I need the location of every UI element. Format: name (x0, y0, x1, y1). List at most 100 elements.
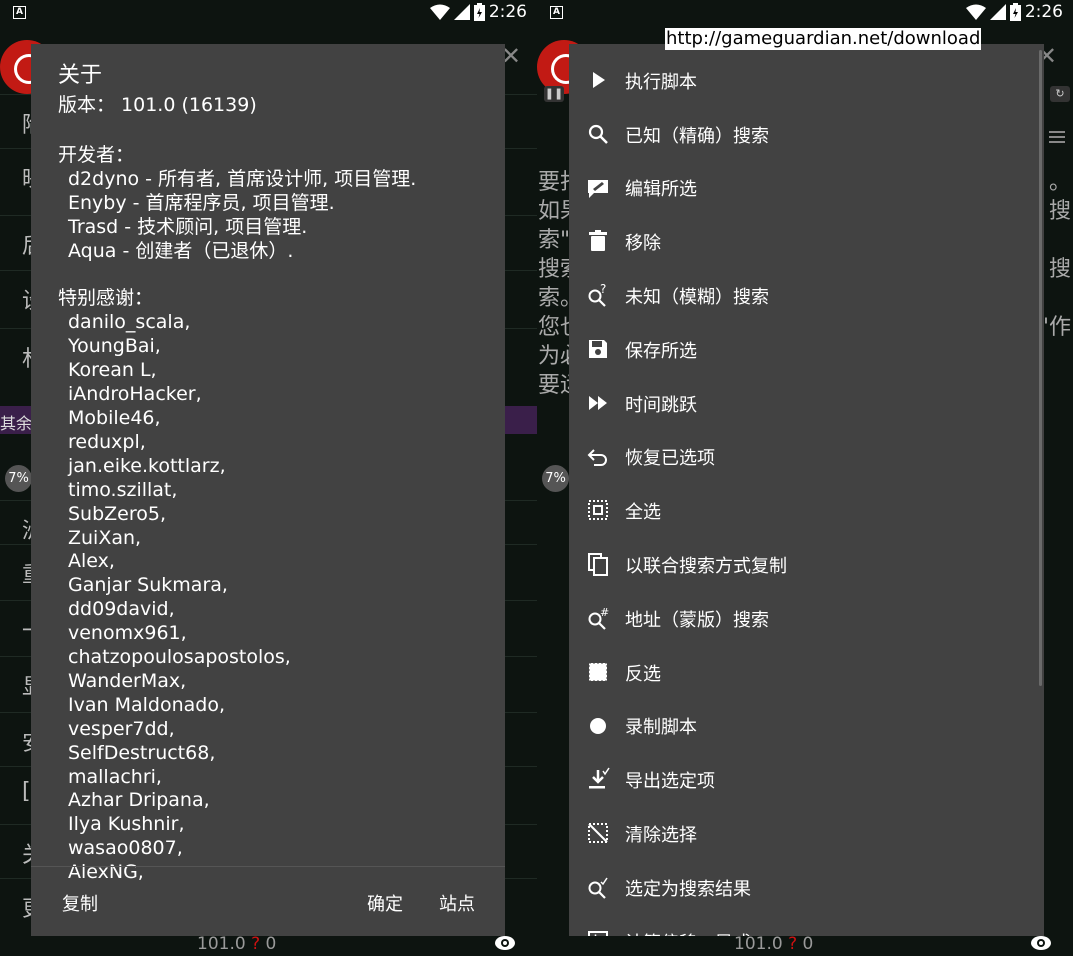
context-menu: 执行脚本 已知（精确）搜索 编辑所选 移除? 未知（模糊）搜索 保存所选 时间跳跃 恢复已选项… (569, 44, 1044, 936)
menu-item[interactable]: 导出选定项 (569, 753, 1044, 807)
developer-list: d2dyno - 所有者, 首席设计师, 项目管理. Enyby - 首席程序员,… (58, 168, 498, 264)
menu-item-label: 已知（精确）搜索 (625, 125, 769, 147)
menu-item[interactable]: 已知（精确）搜索 (569, 108, 1044, 162)
developer-entry: d2dyno - 所有者, 首席设计师, 项目管理. (68, 167, 417, 190)
thanks-entry: Ivan Maldonado, (68, 693, 225, 716)
menu-item-label: 编辑所选 (625, 179, 697, 201)
invert-selection-icon (588, 662, 608, 682)
address-search-icon: # (588, 606, 609, 630)
thanks-entry: chatzopoulosapostolos, (68, 646, 291, 669)
copy-icon (588, 553, 608, 577)
about-body[interactable]: 版本： 101.0 (16139) 开发者： d2dyno - 所有者, 首席设… (58, 94, 498, 912)
site-button[interactable]: 站点 (439, 890, 475, 916)
wifi-icon (429, 4, 450, 20)
thanks-entry: WanderMax, (68, 669, 187, 692)
thanks-entry: reduxpl, (68, 430, 146, 453)
thanks-entry: iAndroHacker, (68, 383, 202, 406)
menu-item[interactable]: # 地址（蒙版）搜索 (569, 592, 1044, 646)
menu-item-label: 保存所选 (625, 340, 697, 362)
refresh-icon[interactable]: ↻ (1050, 86, 1070, 102)
menu-item[interactable]: 移除 (569, 215, 1044, 269)
menu-item[interactable]: 以联合搜索方式复制 (569, 538, 1044, 592)
menu-item[interactable]: 执行脚本 (569, 54, 1044, 108)
menu-item[interactable]: 录制脚本 (569, 700, 1044, 754)
url-tooltip: http://gameguardian.net/download (665, 28, 982, 50)
menu-item[interactable]: ? 未知（模糊）搜索 (569, 269, 1044, 323)
menu-item-label: 地址（蒙版）搜索 (625, 609, 769, 631)
developer-entry: Aqua - 创建者（已退休）. (68, 239, 294, 262)
menu-item[interactable]: 清除选择 (569, 807, 1044, 861)
record-icon (590, 717, 606, 734)
progress-badge[interactable]: 7% (5, 465, 32, 492)
hamburger-icon[interactable] (1049, 128, 1065, 146)
select-all-icon (588, 500, 608, 521)
scrollbar[interactable] (1039, 50, 1042, 686)
menu-item-label: 移除 (625, 233, 661, 255)
thanks-entry: wasao0807, (68, 837, 183, 860)
notification-icon: A (13, 6, 26, 19)
signal-icon (453, 4, 470, 20)
menu-item[interactable]: 时间跳跃 (569, 377, 1044, 431)
calculator-icon (588, 930, 608, 936)
copy-button[interactable]: 复制 (62, 890, 98, 916)
menu-item-label: 以联合搜索方式复制 (625, 556, 787, 578)
menu-item[interactable]: 选定为搜索结果 (569, 861, 1044, 915)
thanks-entry: SelfDestruct68, (68, 741, 216, 764)
menu-item[interactable]: 编辑所选 (569, 162, 1044, 216)
menu-item[interactable]: 保存所选 (569, 323, 1044, 377)
pause-icon[interactable]: ❚❚ (544, 86, 564, 102)
notification-icon: A (550, 6, 563, 19)
undo-icon (587, 448, 607, 466)
battery-icon (1009, 3, 1021, 21)
menu-item[interactable]: 恢复已选项 (569, 431, 1044, 485)
version-footer: 101.0 ? 0 (734, 934, 814, 954)
trash-icon (589, 230, 607, 252)
thanks-entry: mallachri, (68, 765, 162, 788)
battery-icon (473, 3, 485, 21)
clock: 2:26 (1024, 2, 1063, 22)
ok-button[interactable]: 确定 (367, 890, 403, 916)
eye-icon[interactable] (1031, 936, 1051, 950)
thanks-entry: Ilya Kushnir, (68, 813, 185, 836)
search-icon (588, 124, 608, 144)
menu-item-label: 时间跳跃 (625, 394, 697, 416)
menu-item-label: 未知（模糊）搜索 (625, 287, 769, 309)
version-line: 版本： 101.0 (16139) (58, 94, 257, 116)
menu-item-label: 全选 (625, 502, 661, 524)
menu-item[interactable]: 全选 (569, 484, 1044, 538)
thanks-entry: dd09david, (68, 598, 175, 621)
thanks-entry: Azhar Dripana, (68, 789, 210, 812)
menu-item-label: 执行脚本 (625, 71, 697, 93)
signal-icon (989, 4, 1006, 20)
save-icon (589, 339, 607, 358)
thanks-entry: SubZero5, (68, 502, 167, 525)
left-screen: A 2:26 ✕ 陷 映 后 设 林 其余 洲 重 一 显 安 [] 关 更 7… (0, 0, 537, 956)
version-footer: 101.0 ? 0 (197, 934, 277, 954)
thanks-list: danilo_scala, YoungBai, Korean L, iAndroHac… (58, 311, 498, 885)
thanks-entry: Ganjar Sukmara, (68, 574, 228, 597)
thanks-entry: jan.eike.kottlarz, (68, 454, 226, 477)
menu-item-label: 清除选择 (625, 825, 697, 847)
status-bar: A 2:26 (0, 0, 537, 26)
thanks-entry: Alex, (68, 550, 115, 573)
menu-item-label: 选定为搜索结果 (625, 878, 751, 900)
clear-selection-icon (588, 823, 608, 844)
thanks-entry: Korean L, (68, 359, 157, 382)
menu-item[interactable]: 反选 (569, 646, 1044, 700)
menu-item[interactable]: 计算偏移 - 异或 (569, 915, 1044, 936)
eye-icon[interactable] (495, 936, 515, 950)
menu-item-label: 录制脚本 (625, 717, 697, 739)
menu-item-label: 恢复已选项 (625, 448, 715, 470)
menu-item-label: 反选 (625, 663, 661, 685)
thanks-entry: venomx961, (68, 622, 187, 645)
wifi-icon (965, 4, 986, 20)
thanks-entry: vesper7dd, (68, 717, 175, 740)
developer-entry: Trasd - 技术顾问, 项目管理. (68, 215, 308, 238)
svg-text:?: ? (600, 283, 606, 296)
developers-header: 开发者： (58, 143, 135, 166)
thanks-entry: danilo_scala, (68, 311, 191, 334)
status-bar: A 2:26 (537, 0, 1073, 26)
progress-badge[interactable]: 7% (542, 465, 569, 492)
about-dialog: 关于 版本： 101.0 (16139) 开发者： d2dyno - 所有者, … (31, 44, 505, 936)
fuzzy-search-icon: ? (588, 283, 606, 307)
